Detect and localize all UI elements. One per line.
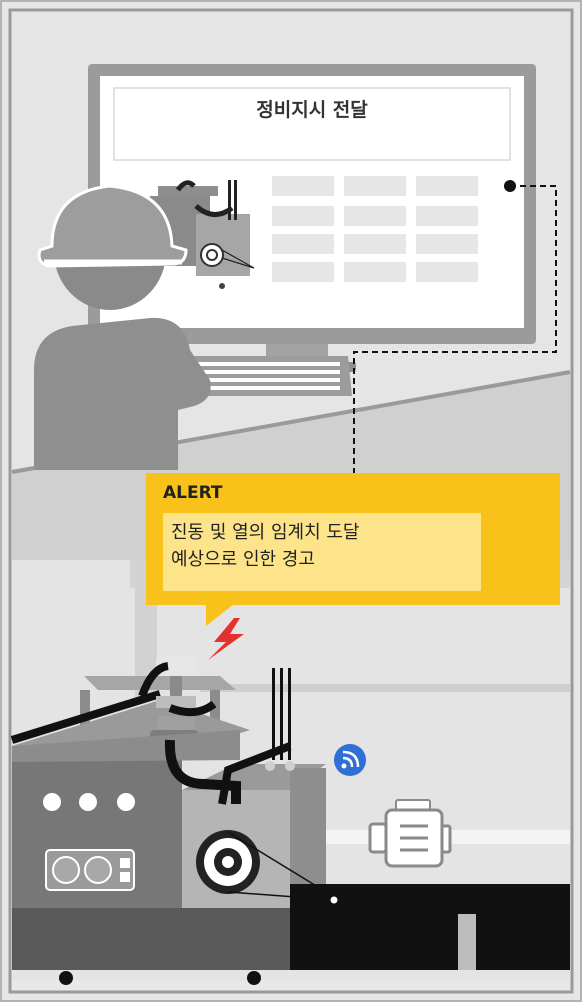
alert-message: 진동 및 열의 임계치 도달 예상으로 인한 경고 (163, 513, 481, 591)
factory-rail-1 (200, 684, 570, 692)
wireless-icon (334, 744, 366, 776)
monitor-title: 정비지시 전달 (256, 99, 368, 121)
alert-title: ALERT (163, 483, 223, 503)
alert-message-line-2: 예상으로 인한 경고 (171, 549, 315, 570)
alert-box: ALERT 진동 및 열의 임계치 도달 예상으로 인한 경고 (146, 473, 560, 605)
alert-message-line-1: 진동 및 열의 임계치 도달 (171, 522, 360, 543)
